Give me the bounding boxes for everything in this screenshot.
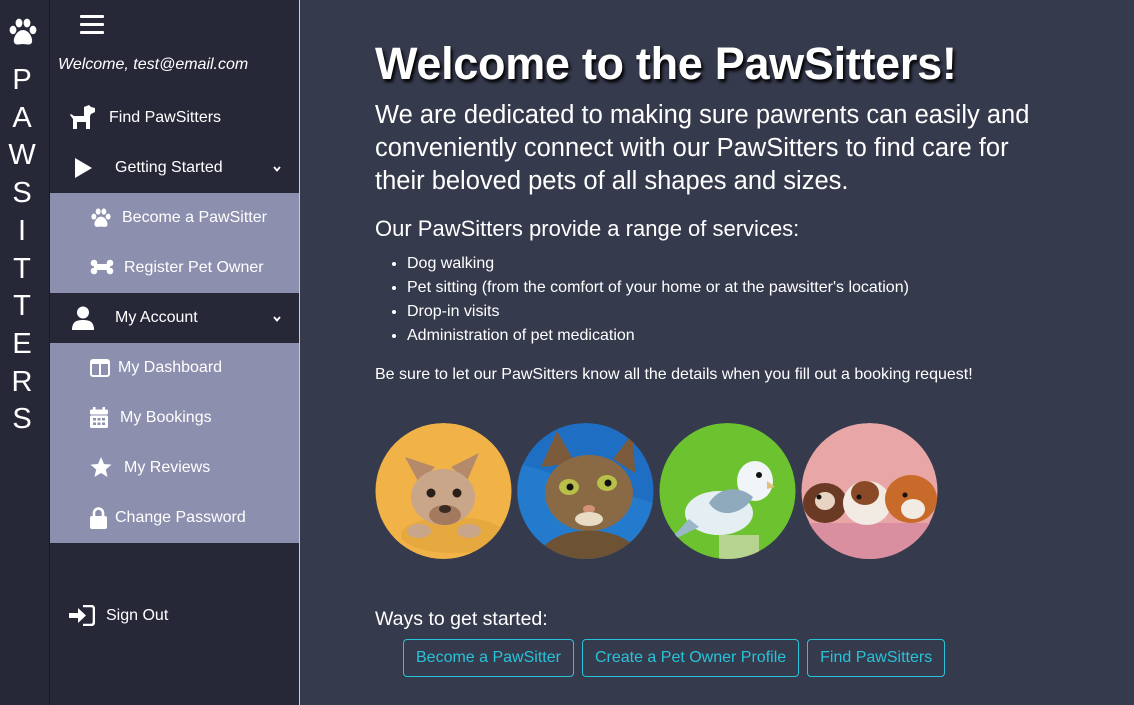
dashboard-icon [90,359,110,377]
cat-photo [517,423,654,559]
create-pet-owner-profile-button[interactable]: Create a Pet Owner Profile [581,639,800,677]
guinea-pigs-photo [801,423,938,559]
welcome-text: Welcome, test@email.com [58,56,249,73]
sidebar-item-my-bookings[interactable]: My Bookings [50,393,299,443]
sidebar-item-label: Change Password [115,509,246,526]
services-list: Dog walking Pet sitting (from the comfor… [407,252,909,348]
get-started-buttons: Become a PawSitter Create a Pet Owner Pr… [403,639,946,677]
paw-icon [90,208,112,228]
become-pawsitter-button[interactable]: Become a PawSitter [403,639,574,677]
page-title: Welcome to the PawSitters! [375,38,957,89]
services-heading: Our PawSitters provide a range of servic… [375,216,800,241]
sidebar-item-getting-started[interactable]: Getting Started [50,143,299,193]
brand-letter: S [12,403,32,436]
brand-letter: T [13,290,31,323]
sidebar-item-label: Find PawSitters [109,109,222,126]
star-icon [90,457,112,478]
dog-icon [69,105,97,131]
menu-toggle-icon[interactable] [80,15,104,37]
brand-letter: T [13,252,31,285]
bird-photo [659,423,796,559]
list-item: Drop-in visits [407,300,909,324]
sidebar-item-label: Getting Started [115,159,223,176]
list-item: Pet sitting (from the comfort of your ho… [407,276,909,300]
brand-letter: S [12,177,32,210]
find-pawsitters-button[interactable]: Find PawSitters [807,639,946,677]
booking-note: Be sure to let our PawSitters know all t… [375,366,973,383]
brand-letter: W [8,139,36,172]
lock-icon [90,507,107,529]
intro-text: We are dedicated to making sure pawrents… [375,101,1030,195]
list-item: Dog walking [407,252,909,276]
chevron-down-icon [273,166,281,172]
sidebar-item-change-password[interactable]: Change Password [50,493,299,543]
sign-out-button[interactable]: Sign Out [50,591,299,641]
sidebar-item-label: My Reviews [124,459,211,476]
brand-letter: R [11,365,33,398]
sidebar-item-label: Register Pet Owner [124,259,264,276]
sidebar: Welcome, test@email.com Find PawSitters … [50,0,300,705]
brand-letter: E [12,327,32,360]
brand-letter: I [17,214,27,247]
sidebar-item-my-reviews[interactable]: My Reviews [50,443,299,493]
brand-letter: A [12,101,32,134]
sidebar-item-find-pawsitters[interactable]: Find PawSitters [50,93,299,143]
bone-icon [90,259,114,275]
sidebar-item-become-pawsitter[interactable]: Become a PawSitter [50,193,299,243]
list-item: Administration of pet medication [407,324,909,348]
sidebar-item-my-dashboard[interactable]: My Dashboard [50,343,299,393]
sidebar-item-label: My Bookings [120,409,212,426]
play-icon [73,157,93,179]
brand-strip: P A W S I T T E R S [0,0,50,705]
user-icon [72,306,94,330]
paw-logo-icon [9,18,37,45]
brand-name: P A W S I T T E R S [0,62,44,439]
get-started-heading: Ways to get started: [375,608,548,630]
calendar-icon [90,407,108,428]
sign-out-label: Sign Out [106,607,169,624]
sidebar-item-label: My Dashboard [118,359,223,376]
main-content: Welcome to the PawSitters! We are dedica… [300,0,1134,705]
sign-out-icon [69,605,95,626]
pet-images [375,423,938,559]
dog-photo [375,423,512,559]
sidebar-item-my-account[interactable]: My Account [50,293,299,343]
sidebar-item-register-pet-owner[interactable]: Register Pet Owner [50,243,299,293]
chevron-down-icon [273,316,281,322]
brand-letter: P [12,64,32,96]
sidebar-item-label: Become a PawSitter [122,209,267,226]
sidebar-item-label: My Account [115,309,198,326]
